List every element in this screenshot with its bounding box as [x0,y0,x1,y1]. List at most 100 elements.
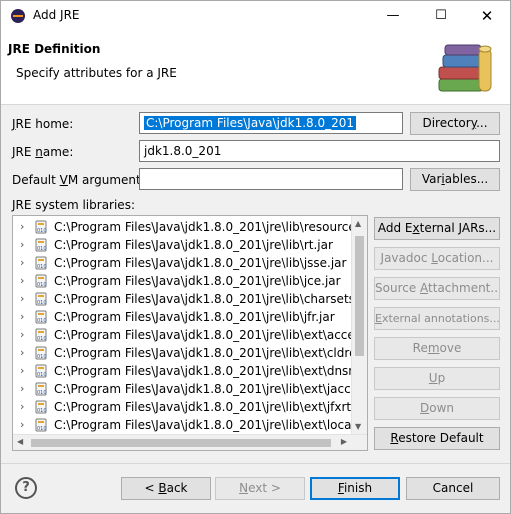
maximize-button[interactable]: ☐ [418,1,464,31]
expand-chevron-icon[interactable]: › [20,362,30,380]
scroll-right-icon[interactable]: ▶ [341,437,347,446]
expand-chevron-icon[interactable]: › [20,254,30,272]
library-books-icon [438,44,492,92]
expand-chevron-icon[interactable]: › [20,380,30,398]
horizontal-scroll-thumb[interactable] [31,439,331,447]
jar-icon: 010 [34,256,48,270]
up-button[interactable]: Up [374,367,500,390]
library-item[interactable]: › 010 C:\Program Files\Java\jdk1.8.0_201\j… [13,416,367,434]
library-path: C:\Program Files\Java\jdk1.8.0_201\jre\l… [54,418,368,432]
svg-text:010: 010 [37,372,47,378]
scroll-down-icon[interactable]: ▼ [355,422,361,431]
expand-chevron-icon[interactable]: › [20,344,30,362]
jar-icon: 010 [34,400,48,414]
expand-chevron-icon[interactable]: › [20,290,30,308]
eclipse-icon [11,9,25,23]
svg-text:010: 010 [37,300,47,306]
library-item[interactable]: › 010 C:\Program Files\Java\jdk1.8.0_201\j… [13,326,367,344]
jar-icon: 010 [34,418,48,432]
footer-separator [1,463,510,464]
expand-chevron-icon[interactable]: › [20,272,30,290]
jar-icon: 010 [34,364,48,378]
library-path: C:\Program Files\Java\jdk1.8.0_201\jre\l… [54,328,368,342]
library-path: C:\Program Files\Java\jdk1.8.0_201\jre\l… [54,364,368,378]
external-annotations-button[interactable]: External annotations... [374,307,500,330]
svg-text:010: 010 [37,282,47,288]
vm-arguments-label: Default VM arguments: [12,173,152,187]
expand-chevron-icon[interactable]: › [20,326,30,344]
library-path: C:\Program Files\Java\jdk1.8.0_201\jre\l… [54,382,368,396]
libraries-list[interactable]: › 010 C:\Program Files\Java\jdk1.8.0_201\j… [12,215,368,451]
jar-icon: 010 [34,274,48,288]
scroll-up-icon[interactable]: ▲ [355,219,361,228]
svg-text:010: 010 [37,228,47,234]
jre-home-input[interactable]: C:\Program Files\Java\jdk1.8.0_201 [139,112,403,134]
library-path: C:\Program Files\Java\jdk1.8.0_201\jre\l… [54,220,368,234]
jar-icon: 010 [34,292,48,306]
restore-default-button[interactable]: Restore Default [374,427,500,450]
expand-chevron-icon[interactable]: › [20,416,30,434]
svg-text:010: 010 [37,264,47,270]
page-description: Specify attributes for a JRE [16,66,177,80]
expand-chevron-icon[interactable]: › [20,308,30,326]
svg-text:010: 010 [37,354,47,360]
scroll-left-icon[interactable]: ◀ [17,437,23,446]
jre-home-value: C:\Program Files\Java\jdk1.8.0_201 [144,116,357,130]
vm-arguments-input[interactable] [139,168,403,190]
add-external-jars-button[interactable]: Add External JARs... [374,217,500,240]
library-item[interactable]: › 010 C:\Program Files\Java\jdk1.8.0_201\j… [13,308,353,326]
directory-button[interactable]: Directory... [410,112,500,135]
vertical-scrollbar[interactable]: ▲ ▼ [351,216,367,434]
jar-icon: 010 [34,328,48,342]
svg-text:010: 010 [37,246,47,252]
library-path: C:\Program Files\Java\jdk1.8.0_201\jre\l… [54,400,368,414]
svg-text:010: 010 [37,408,47,414]
svg-text:010: 010 [37,390,47,396]
jar-icon: 010 [34,346,48,360]
library-path: C:\Program Files\Java\jdk1.8.0_201\jre\l… [54,310,335,324]
jar-icon: 010 [34,238,48,252]
svg-text:010: 010 [37,426,47,432]
expand-chevron-icon[interactable]: › [20,398,30,416]
jar-icon: 010 [34,220,48,234]
jar-icon: 010 [34,382,48,396]
library-item[interactable]: › 010 C:\Program Files\Java\jdk1.8.0_201\j… [13,380,367,398]
close-button[interactable]: ✕ [464,1,510,31]
library-item[interactable]: › 010 C:\Program Files\Java\jdk1.8.0_201\j… [13,290,367,308]
library-item[interactable]: › 010 C:\Program Files\Java\jdk1.8.0_201\j… [13,344,367,362]
library-item[interactable]: › 010 C:\Program Files\Java\jdk1.8.0_201\j… [13,272,353,290]
jre-name-input[interactable]: jdk1.8.0_201 [139,140,500,162]
wizard-header: JRE Definition Specify attributes for a … [1,31,510,105]
next-button[interactable]: Next > [215,477,305,500]
system-libraries-label: JRE system libraries: [12,198,135,212]
variables-button[interactable]: Variables... [410,168,500,191]
help-icon[interactable]: ? [15,477,37,499]
source-attachment-button[interactable]: Source Attachment... [374,277,500,300]
library-item[interactable]: › 010 C:\Program Files\Java\jdk1.8.0_201\j… [13,236,353,254]
finish-button[interactable]: Finish [310,477,400,500]
jre-home-label: JRE home: [12,117,74,131]
back-button[interactable]: < Back [121,477,211,500]
down-button[interactable]: Down [374,397,500,420]
library-item[interactable]: › 010 C:\Program Files\Java\jdk1.8.0_201\j… [13,362,367,380]
jre-name-label: JRE name: [12,145,74,159]
library-item[interactable]: › 010 C:\Program Files\Java\jdk1.8.0_201\j… [13,398,367,416]
remove-button[interactable]: Remove [374,337,500,360]
library-path: C:\Program Files\Java\jdk1.8.0_201\jre\l… [54,346,368,360]
minimize-button[interactable]: — [370,1,416,31]
expand-chevron-icon[interactable]: › [20,218,30,236]
library-item[interactable]: › 010 C:\Program Files\Java\jdk1.8.0_201\j… [13,254,353,272]
add-jre-dialog: Add JRE — ☐ ✕ JRE Definition Specify att… [0,0,511,514]
javadoc-location-button[interactable]: Javadoc Location... [374,247,500,270]
horizontal-scrollbar[interactable]: ◀ ▶ [13,434,367,450]
jar-icon: 010 [34,310,48,324]
library-item[interactable]: › 010 C:\Program Files\Java\jdk1.8.0_201\j… [13,218,367,236]
expand-chevron-icon[interactable]: › [20,236,30,254]
cancel-button[interactable]: Cancel [406,477,500,500]
svg-text:010: 010 [37,336,47,342]
jre-name-value: jdk1.8.0_201 [144,144,222,158]
library-path: C:\Program Files\Java\jdk1.8.0_201\jre\l… [54,292,368,306]
window-title: Add JRE [33,8,80,22]
vertical-scroll-thumb[interactable] [355,236,364,356]
svg-text:010: 010 [37,318,47,324]
